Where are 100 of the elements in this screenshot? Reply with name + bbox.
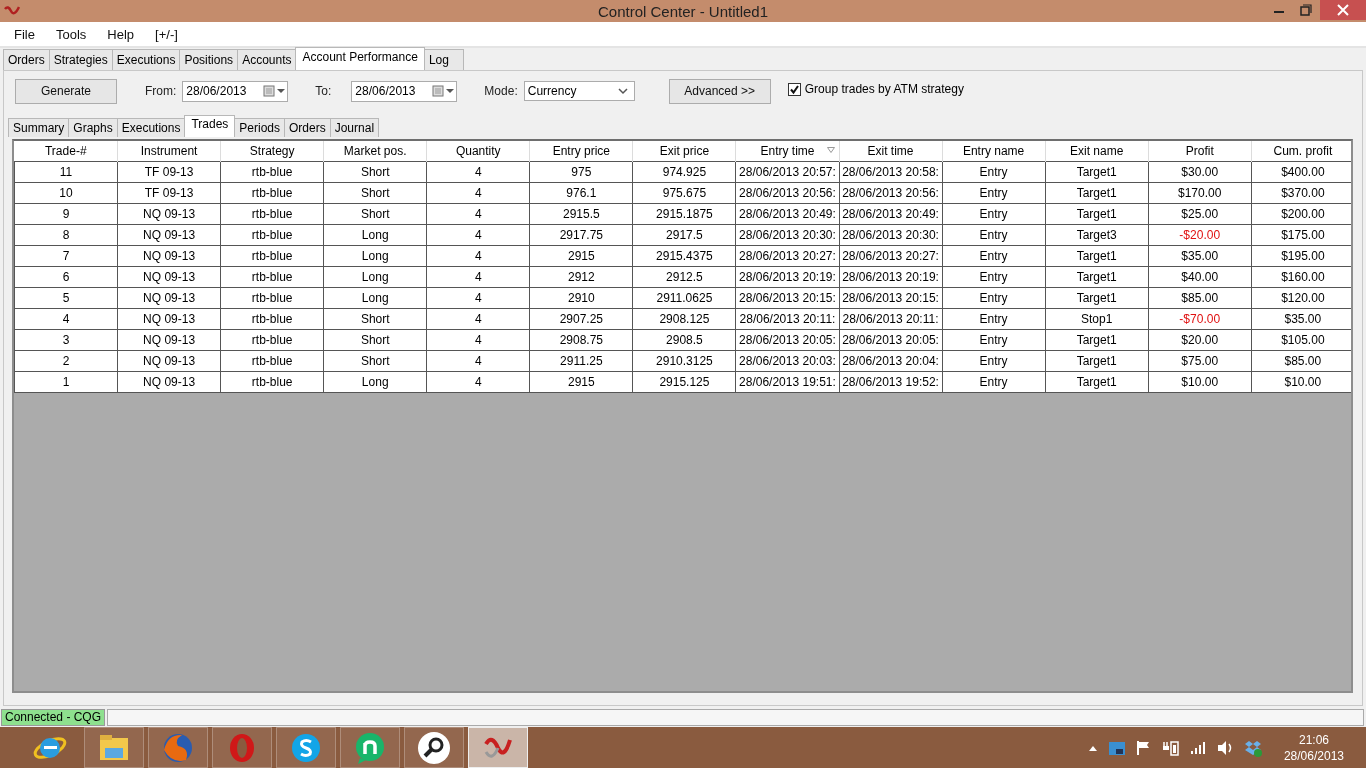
- table-cell: Entry: [942, 287, 1046, 309]
- signal-icon[interactable]: [1189, 740, 1206, 755]
- table-cell: 2915: [529, 245, 633, 267]
- table-cell: Target1: [1045, 182, 1149, 204]
- table-cell: Entry: [942, 308, 1046, 330]
- flag-icon[interactable]: [1135, 739, 1152, 756]
- table-cell: 2911.0625: [632, 287, 736, 309]
- tab[interactable]: Graphs: [68, 118, 118, 137]
- table-cell: 28/06/2013 20:27:: [839, 245, 943, 267]
- column-header[interactable]: Instrument: [117, 141, 221, 162]
- table-cell: 2917.5: [632, 224, 736, 246]
- tab[interactable]: Executions: [111, 49, 181, 70]
- table-cell: 2: [14, 350, 118, 372]
- column-header[interactable]: Entry name: [942, 141, 1046, 162]
- column-header[interactable]: Trade-#: [14, 141, 118, 162]
- table-cell: NQ 09-13: [117, 308, 221, 330]
- column-header[interactable]: Market pos.: [323, 141, 427, 162]
- table-cell: Long: [323, 287, 427, 309]
- table-cell: 28/06/2013 20:27:: [735, 245, 839, 267]
- generate-button[interactable]: Generate: [15, 78, 117, 104]
- advanced-button[interactable]: Advanced >>: [668, 78, 771, 104]
- column-header[interactable]: Exit price: [632, 141, 736, 162]
- table-cell: rtb-blue: [220, 224, 324, 246]
- menu-item[interactable]: [+/-]: [147, 26, 186, 42]
- date-field[interactable]: 28/06/2013: [182, 80, 289, 102]
- table-cell: Entry: [942, 329, 1046, 351]
- table-cell: Target1: [1045, 287, 1149, 309]
- battery-icon[interactable]: [1161, 739, 1180, 756]
- table-cell: $75.00: [1148, 350, 1252, 372]
- tab[interactable]: Orders: [3, 49, 50, 70]
- clock-date[interactable]: 28/06/2013: [1283, 747, 1344, 764]
- table-cell: 4: [426, 371, 530, 393]
- table-cell: NQ 09-13: [117, 266, 221, 288]
- column-header[interactable]: Entry price: [529, 141, 633, 162]
- table-cell: 28/06/2013 20:03:: [735, 350, 839, 372]
- column-header[interactable]: Entry time: [735, 141, 839, 162]
- table-cell: $10.00: [1148, 371, 1252, 393]
- clock-time[interactable]: 21:06: [1298, 731, 1329, 748]
- chevron-down-icon[interactable]: [617, 87, 628, 95]
- table-cell: NQ 09-13: [117, 224, 221, 246]
- table-cell: rtb-blue: [220, 182, 324, 204]
- table-cell: Target1: [1045, 329, 1149, 351]
- table-cell: Long: [323, 371, 427, 393]
- from-label: From:: [145, 84, 177, 98]
- table-cell: 3: [14, 329, 118, 351]
- tab[interactable]: Orders: [284, 118, 331, 137]
- table-cell: Target1: [1045, 266, 1149, 288]
- table-cell: 974.925: [632, 161, 736, 183]
- table-cell: Target1: [1045, 203, 1149, 225]
- table-cell: NQ 09-13: [117, 329, 221, 351]
- table-cell: 28/06/2013 20:49:: [735, 203, 839, 225]
- column-header[interactable]: Quantity: [426, 141, 530, 162]
- checkbox[interactable]: [787, 82, 801, 96]
- tab[interactable]: Executions: [116, 118, 186, 137]
- table-cell: $20.00: [1148, 329, 1252, 351]
- tab[interactable]: Summary: [8, 118, 70, 137]
- table-cell: 2908.125: [632, 308, 736, 330]
- table-cell: NQ 09-13: [117, 371, 221, 393]
- column-header[interactable]: Strategy: [220, 141, 324, 162]
- column-header[interactable]: Exit time: [839, 141, 943, 162]
- tab[interactable]: Trades: [184, 115, 236, 137]
- tab[interactable]: Accounts: [237, 49, 297, 70]
- table-cell: 7: [14, 245, 118, 267]
- table-cell: Entry: [942, 182, 1046, 204]
- calendar-dropdown-icon[interactable]: [263, 85, 288, 97]
- column-header[interactable]: Exit name: [1045, 141, 1149, 162]
- tab[interactable]: Account Performance: [295, 47, 425, 70]
- column-header[interactable]: Profit: [1148, 141, 1252, 162]
- tab[interactable]: Periods: [234, 118, 285, 137]
- table-cell: 9: [14, 203, 118, 225]
- tab[interactable]: Log: [423, 49, 464, 70]
- table-cell: 28/06/2013 20:19:: [839, 266, 943, 288]
- tab[interactable]: Positions: [179, 49, 239, 70]
- table-cell: 28/06/2013 20:15:: [735, 287, 839, 309]
- table-cell: rtb-blue: [220, 203, 324, 225]
- table-cell: 2915.1875: [632, 203, 736, 225]
- menu-item[interactable]: Tools: [47, 26, 95, 42]
- calendar-dropdown-icon[interactable]: [432, 85, 457, 97]
- table-cell: 2915: [529, 371, 633, 393]
- tab[interactable]: Journal: [329, 118, 380, 137]
- sort-icon: [826, 147, 835, 153]
- table-cell: 2915.5: [529, 203, 633, 225]
- table-cell: 11: [14, 161, 118, 183]
- table-cell: 4: [426, 287, 530, 309]
- mode-dropdown[interactable]: Currency: [523, 81, 635, 101]
- menu-item[interactable]: Help: [99, 26, 143, 42]
- table-cell: Entry: [942, 161, 1046, 183]
- table-cell: 1: [14, 371, 118, 393]
- table-cell: 10: [14, 182, 118, 204]
- tab[interactable]: Strategies: [48, 49, 113, 70]
- speaker-icon[interactable]: [1215, 739, 1234, 756]
- menu-item[interactable]: File: [6, 26, 43, 42]
- table-cell: 4: [426, 161, 530, 183]
- date-field[interactable]: 28/06/2013: [351, 80, 458, 102]
- close-icon[interactable]: [1320, 0, 1366, 20]
- table-cell: Short: [323, 308, 427, 330]
- table-cell: Target1: [1045, 161, 1149, 183]
- column-header[interactable]: Cum. profit: [1251, 141, 1351, 162]
- table-cell: 4: [426, 350, 530, 372]
- table-cell: 28/06/2013 20:30:: [735, 224, 839, 246]
